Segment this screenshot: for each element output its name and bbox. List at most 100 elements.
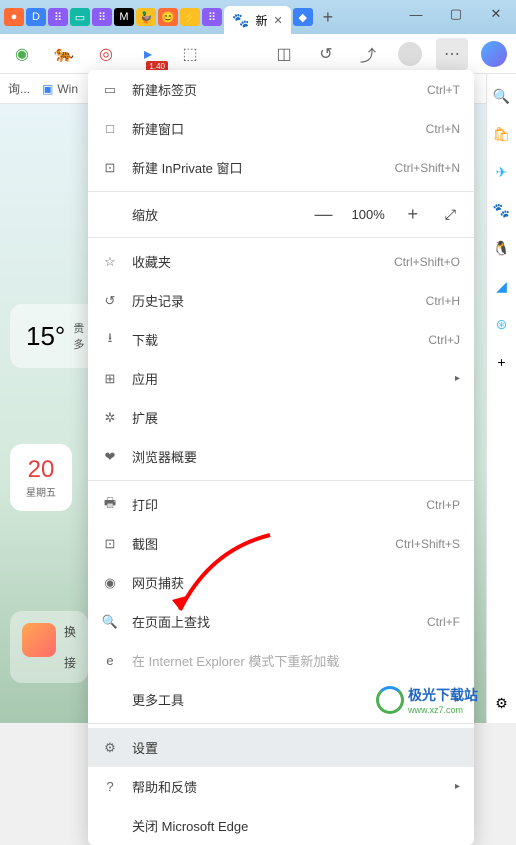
minimize-button[interactable]: — <box>396 0 436 28</box>
titlebar: ● D ⠿ ▭ ⠿ M 🦆 😊 ⚡ ⠿ 🐾 新 ✕ ◆ + — ▢ ✕ <box>0 0 516 34</box>
separator <box>88 723 474 724</box>
active-tab[interactable]: 🐾 新 ✕ <box>224 6 291 34</box>
toolbar: ◉ 🐅 ◎ ▸1.40 ⬚ ◫ ↺ ⤴ ⋯ <box>0 34 516 74</box>
fullscreen-button[interactable]: ⤢ <box>441 206 460 223</box>
watermark-name: 极光下载站 <box>408 687 478 703</box>
weather-line: 多 <box>73 336 84 352</box>
flag-icon[interactable]: ▸1.40 <box>132 38 164 70</box>
tab-icon[interactable]: ▭ <box>70 8 90 26</box>
heart-icon: ❤ <box>102 449 118 465</box>
share-icon[interactable]: ⤴ <box>352 38 384 70</box>
tab-title: 新 <box>255 12 267 29</box>
menu-close-edge[interactable]: 关闭 Microsoft Edge <box>88 806 474 845</box>
print-icon: 🖶 <box>102 497 118 513</box>
shield-icon[interactable]: ◉ <box>6 38 38 70</box>
menu-find[interactable]: 🔍 在页面上查找 Ctrl+F <box>88 602 474 641</box>
menu-settings[interactable]: ⚙ 设置 <box>88 728 474 767</box>
baidu-icon[interactable]: 🐾 <box>492 200 512 220</box>
tab-icon[interactable]: 😊 <box>158 8 178 26</box>
card-text: 换 <box>64 623 76 640</box>
maximize-button[interactable]: ▢ <box>436 0 476 28</box>
history-icon: ↺ <box>102 293 118 309</box>
menu-browser-essentials[interactable]: ❤ 浏览器概要 <box>88 437 474 476</box>
new-tab-button[interactable]: + <box>315 7 342 28</box>
download-icon: ⭳ <box>102 332 118 348</box>
gear-icon: ⚙ <box>102 740 118 756</box>
tab-icon[interactable]: M <box>114 8 134 26</box>
menu-favorites[interactable]: ☆ 收藏夹 Ctrl+Shift+O <box>88 242 474 281</box>
copilot-icon[interactable] <box>478 38 510 70</box>
close-button[interactable]: ✕ <box>476 0 516 28</box>
profile-icon[interactable] <box>394 38 426 70</box>
bookmark-item[interactable]: 询... <box>8 80 30 97</box>
menu-history[interactable]: ↺ 历史记录 Ctrl+H <box>88 281 474 320</box>
zoom-out-button[interactable]: — <box>314 204 334 225</box>
close-icon[interactable]: ✕ <box>273 14 282 27</box>
menu-print[interactable]: 🖶 打印 Ctrl+P <box>88 485 474 524</box>
tab-icon[interactable]: D <box>26 8 46 26</box>
star-icon: ☆ <box>102 254 118 270</box>
target-icon[interactable]: ◎ <box>90 38 122 70</box>
weather-line: 贵 <box>73 320 84 336</box>
temperature: 15° <box>26 321 65 352</box>
telegram-icon[interactable]: ✈ <box>492 162 512 182</box>
menu-screenshot[interactable]: ⊡ 截图 Ctrl+Shift+S <box>88 524 474 563</box>
tab-icon[interactable]: ⚡ <box>180 8 200 26</box>
card-text: 接 <box>64 654 76 671</box>
tab-icon[interactable]: ◆ <box>293 8 313 26</box>
menu-ie-reload: e 在 Internet Explorer 模式下重新加载 <box>88 641 474 680</box>
date-card[interactable]: 20 星期五 <box>10 444 72 511</box>
search-icon[interactable]: 🔍 <box>492 86 512 106</box>
screenshot-icon: ⊡ <box>102 536 118 552</box>
quick-card[interactable]: 换 接 <box>10 611 88 683</box>
chevron-right-icon: ▸ <box>455 781 460 792</box>
tab-icon[interactable]: ⠿ <box>202 8 222 26</box>
tabs-row: ● D ⠿ ▭ ⠿ M 🦆 😊 ⚡ ⠿ 🐾 新 ✕ ◆ + <box>0 0 341 34</box>
menu-downloads[interactable]: ⭳ 下载 Ctrl+J <box>88 320 474 359</box>
qq-icon[interactable]: 🐧 <box>492 238 512 258</box>
extension-icon[interactable]: ⬚ <box>174 38 206 70</box>
bookmark-item[interactable]: ▣Win <box>42 82 78 96</box>
app-icon[interactable]: ◢ <box>492 276 512 296</box>
watermark-logo-icon <box>376 686 404 714</box>
circles-icon[interactable]: ⊛ <box>492 314 512 334</box>
menu-web-capture[interactable]: ◉ 网页捕获 <box>88 563 474 602</box>
tab-icon[interactable]: ⠿ <box>92 8 112 26</box>
shop-icon[interactable]: 🛍 <box>492 124 512 144</box>
inprivate-icon: ⊡ <box>102 160 118 176</box>
history-icon[interactable]: ↺ <box>310 38 342 70</box>
more-button[interactable]: ⋯ <box>436 38 468 70</box>
weather-card[interactable]: 15° 贵 多 <box>10 304 100 368</box>
animal-icon[interactable]: 🐅 <box>48 38 80 70</box>
chevron-right-icon: ▸ <box>455 373 460 384</box>
menu-new-tab[interactable]: ▭ 新建标签页 Ctrl+T <box>88 70 474 109</box>
menu-help[interactable]: ? 帮助和反馈 ▸ <box>88 767 474 806</box>
ie-icon: e <box>102 653 118 669</box>
menu-new-window[interactable]: □ 新建窗口 Ctrl+N <box>88 109 474 148</box>
paw-icon: 🐾 <box>232 12 249 29</box>
split-icon[interactable]: ◫ <box>268 38 300 70</box>
zoom-percent: 100% <box>352 207 385 222</box>
puzzle-icon: ✲ <box>102 410 118 426</box>
date-number: 20 <box>26 456 56 484</box>
gear-icon[interactable]: ⚙ <box>492 693 512 713</box>
menu-zoom: 缩放 — 100% + ⤢ <box>88 196 474 233</box>
right-sidebar: 🔍 🛍 ✈ 🐾 🐧 ◢ ⊛ + ⚙ <box>486 74 516 723</box>
menu-new-inprivate[interactable]: ⊡ 新建 InPrivate 窗口 Ctrl+Shift+N <box>88 148 474 187</box>
find-icon: 🔍 <box>102 614 118 630</box>
app-tile-icon <box>22 623 56 657</box>
menu-extensions[interactable]: ✲ 扩展 <box>88 398 474 437</box>
menu-apps[interactable]: ⊞ 应用 ▸ <box>88 359 474 398</box>
tab-icon[interactable]: ● <box>4 8 24 26</box>
apps-icon: ⊞ <box>102 371 118 387</box>
help-icon: ? <box>102 779 118 795</box>
tab-icon[interactable]: ⠿ <box>48 8 68 26</box>
tab-icon[interactable]: 🦆 <box>136 8 156 26</box>
watermark: 极光下载站 www.xz7.com <box>376 685 478 715</box>
window-controls: — ▢ ✕ <box>396 0 516 28</box>
tab-icon: ▭ <box>102 82 118 98</box>
capture-icon: ◉ <box>102 575 118 591</box>
date-day: 星期五 <box>26 484 56 499</box>
add-icon[interactable]: + <box>492 352 512 372</box>
zoom-in-button[interactable]: + <box>403 204 423 225</box>
